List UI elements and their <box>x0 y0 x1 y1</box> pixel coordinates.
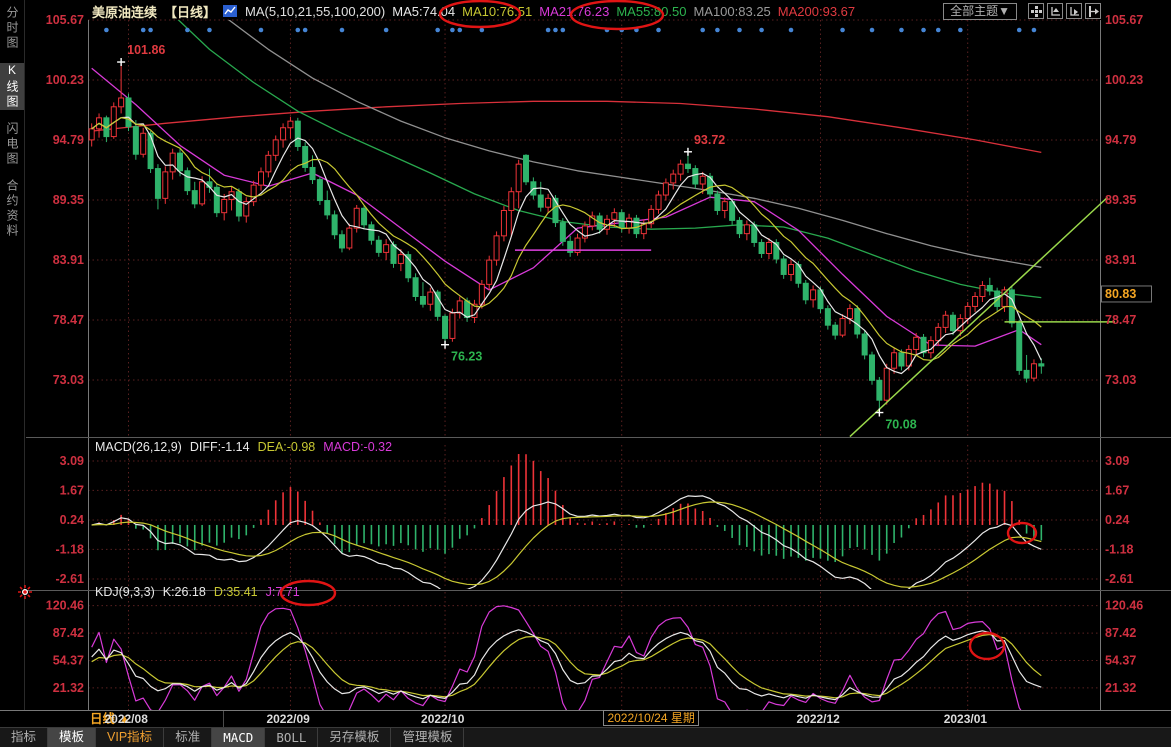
sidebar-item-lightning-chart[interactable]: 闪电图 <box>0 122 24 167</box>
bottom-tabbar: 指标 模板 VIP指标 标准 MACD BOLL 另存模板 管理模板 <box>0 727 1171 747</box>
svg-text:54.37: 54.37 <box>1105 654 1136 668</box>
kline-style-icon[interactable] <box>223 4 238 18</box>
tab-boll[interactable]: BOLL <box>265 728 318 747</box>
svg-text:89.35: 89.35 <box>1105 193 1136 207</box>
sidebar-item-timeshare-chart[interactable]: 分时图 <box>0 6 24 51</box>
ma5-value: MA5:74.04 <box>392 4 455 19</box>
tab-macd[interactable]: MACD <box>212 728 265 747</box>
svg-text:120.46: 120.46 <box>46 599 84 613</box>
ma-lines <box>92 8 1042 347</box>
svg-text:94.79: 94.79 <box>53 133 84 147</box>
y-scale-icon[interactable] <box>1066 3 1082 19</box>
price-tag: 80.83 <box>1102 286 1152 302</box>
svg-text:21.32: 21.32 <box>53 681 84 695</box>
svg-text:100.23: 100.23 <box>1105 73 1143 87</box>
svg-text:-2.61: -2.61 <box>56 572 85 586</box>
crosshair-date-label: 2022/10/24 星期一 <box>603 710 699 726</box>
sidebar-item-contract-info[interactable]: 合约资料 <box>0 179 24 239</box>
kdj-title: KDJ(9,3,3) <box>95 585 155 599</box>
ma200-value: MA200:93.67 <box>778 4 855 19</box>
theme-dropdown[interactable]: 全部主题▼ <box>943 3 1017 20</box>
tab-indicator[interactable]: 指标 <box>0 728 48 747</box>
ma100-value: MA100:83.25 <box>693 4 770 19</box>
macd-histogram <box>92 454 1042 562</box>
chart-canvas[interactable]: 105.67105.67100.23100.2394.7994.7989.358… <box>0 0 1171 747</box>
macd-dea-value: DEA:-0.98 <box>258 440 316 454</box>
svg-text:93.72: 93.72 <box>694 133 725 147</box>
svg-text:21.32: 21.32 <box>1105 681 1136 695</box>
svg-text:1.67: 1.67 <box>60 483 84 497</box>
collapse-panel-icon[interactable] <box>1085 3 1101 19</box>
month-label: 2022/08 <box>104 712 147 726</box>
svg-text:94.79: 94.79 <box>1105 133 1136 147</box>
svg-text:89.35: 89.35 <box>53 193 84 207</box>
svg-text:100.23: 100.23 <box>46 73 84 87</box>
kdj-j-value: J:7.71 <box>266 585 300 599</box>
svg-text:87.42: 87.42 <box>1105 626 1136 640</box>
svg-text:0.24: 0.24 <box>1105 513 1129 527</box>
kdj-d-value: D:35.41 <box>214 585 258 599</box>
sidebar-item-kline-chart[interactable]: K线图 <box>0 63 24 110</box>
x-scale-icon[interactable] <box>1047 3 1063 19</box>
month-label: 2023/01 <box>944 712 987 726</box>
ma10-value: MA10:76.51 <box>462 4 532 19</box>
svg-text:83.91: 83.91 <box>53 253 84 267</box>
tab-save-as-template[interactable]: 另存模板 <box>318 728 391 747</box>
time-axis: 日线 ▲ 2022/08 2022/09 2022/10 2022/12 2023/01… <box>0 710 1171 727</box>
svg-text:87.42: 87.42 <box>53 626 84 640</box>
svg-text:83.91: 83.91 <box>1105 253 1136 267</box>
pan-icon[interactable] <box>1028 3 1044 19</box>
svg-text:3.09: 3.09 <box>60 454 84 468</box>
svg-text:-2.61: -2.61 <box>1105 572 1134 586</box>
svg-text:76.23: 76.23 <box>451 350 482 364</box>
svg-text:54.37: 54.37 <box>53 654 84 668</box>
svg-text:101.86: 101.86 <box>127 43 165 57</box>
grid <box>88 20 1100 710</box>
header-controls: 全部主题▼ <box>943 2 1101 20</box>
tab-vip-indicator[interactable]: VIP指标 <box>96 728 164 747</box>
ma55-value: MA55:80.50 <box>616 4 686 19</box>
svg-text:70.08: 70.08 <box>885 418 916 432</box>
macd-header: MACD(26,12,9) DIFF:-1.14 DEA:-0.98 MACD:… <box>95 440 400 454</box>
sidebar: 分时图 K线图 闪电图 合约资料 <box>0 0 25 710</box>
svg-text:78.47: 78.47 <box>1105 313 1136 327</box>
macd-title: MACD(26,12,9) <box>95 440 182 454</box>
tab-template[interactable]: 模板 <box>48 728 96 747</box>
kdj-k-value: K:26.18 <box>163 585 206 599</box>
svg-text:-1.18: -1.18 <box>56 542 85 556</box>
period-tag: 【日线】 <box>164 2 216 21</box>
panel-frame <box>26 20 1171 710</box>
svg-text:-1.18: -1.18 <box>1105 542 1134 556</box>
period-selector[interactable]: 日线 ▲ <box>78 711 224 727</box>
svg-text:78.47: 78.47 <box>53 313 84 327</box>
svg-text:0.24: 0.24 <box>60 513 84 527</box>
trading-app-window: 105.67105.67100.23100.2394.7994.7989.358… <box>0 0 1171 747</box>
ma21-value: MA21:76.23 <box>539 4 609 19</box>
month-label: 2022/12 <box>796 712 839 726</box>
kdj-header: KDJ(9,3,3) K:26.18 D:35.41 J:7.71 <box>95 585 308 599</box>
svg-text:73.03: 73.03 <box>53 373 84 387</box>
macd-diff-value: DIFF:-1.14 <box>190 440 250 454</box>
instrument-name: 美原油连续 <box>92 2 157 21</box>
month-label: 2022/10 <box>421 712 464 726</box>
svg-text:73.03: 73.03 <box>1105 373 1136 387</box>
drawn-trend-lines[interactable] <box>515 197 1122 436</box>
tab-standard[interactable]: 标准 <box>164 728 212 747</box>
macd-macd-value: MACD:-0.32 <box>323 440 392 454</box>
svg-text:120.46: 120.46 <box>1105 599 1143 613</box>
svg-text:80.83: 80.83 <box>1105 287 1136 301</box>
svg-text:1.67: 1.67 <box>1105 483 1129 497</box>
svg-text:3.09: 3.09 <box>1105 454 1129 468</box>
month-label: 2022/09 <box>266 712 309 726</box>
tab-manage-template[interactable]: 管理模板 <box>391 728 464 747</box>
ma-group-label: MA(5,10,21,55,100,200) <box>245 4 385 19</box>
